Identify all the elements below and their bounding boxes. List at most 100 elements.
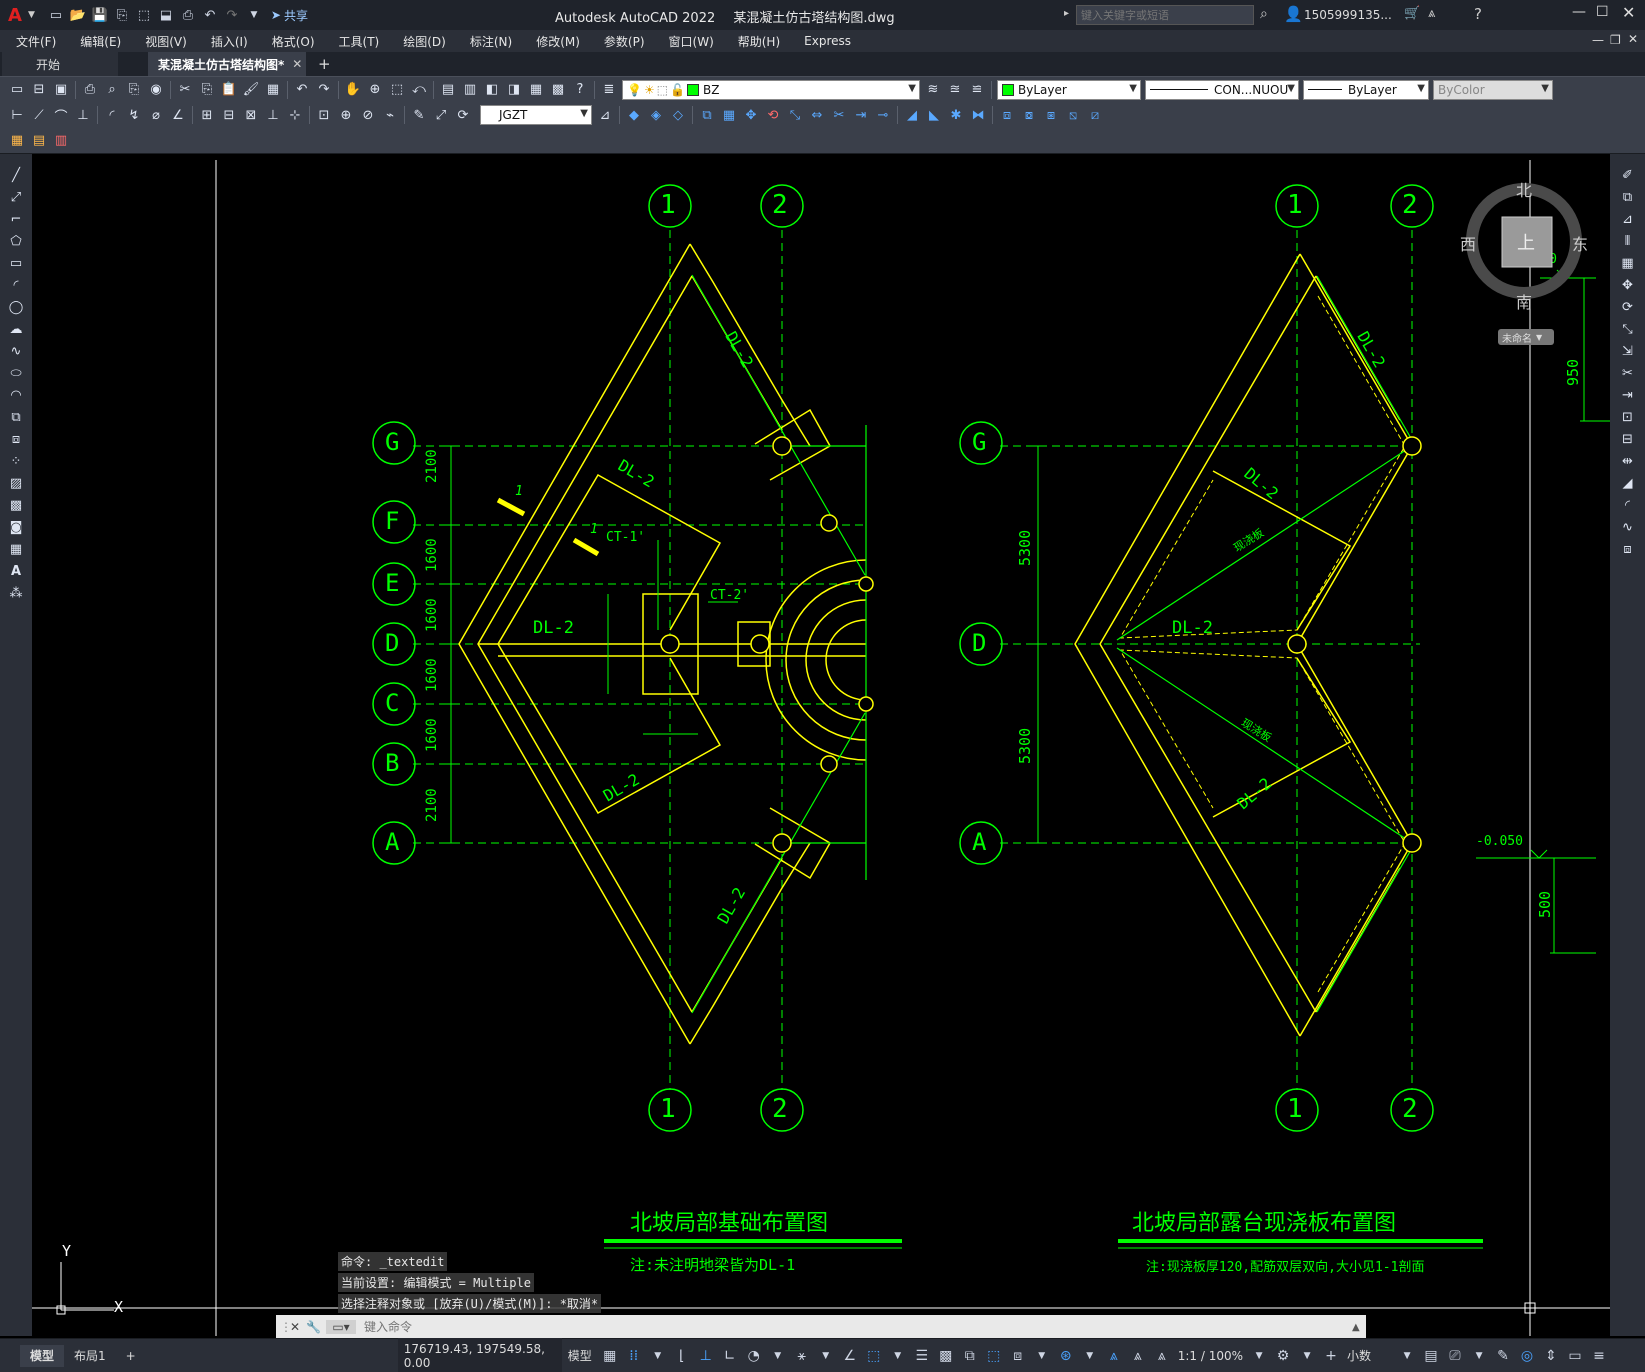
layer-properties-icon[interactable]: ≣	[599, 80, 619, 100]
modify-extend-icon[interactable]: ⇥	[851, 105, 871, 125]
help-icon[interactable]: ?	[1474, 5, 1482, 23]
modify-chamfer-icon[interactable]: ◢	[902, 105, 922, 125]
menu-parametric[interactable]: 参数(P)	[592, 33, 657, 50]
user-icon[interactable]: 👤	[1284, 5, 1303, 23]
viewcube-north[interactable]: 北	[1516, 177, 1532, 201]
rectangle-icon[interactable]: ▭	[6, 253, 26, 273]
plotstyle-dropdown[interactable]: ByColor ▼	[1433, 79, 1553, 100]
markup-icon[interactable]: ▦	[526, 80, 546, 100]
units-value[interactable]: 小数	[1347, 1347, 1391, 1364]
dim-arc-icon[interactable]: ⌒	[51, 105, 71, 125]
revcloud-icon[interactable]: ☁	[6, 319, 26, 339]
modify-stretch-icon[interactable]: ⇔	[807, 105, 827, 125]
cmd-history-arrow-icon[interactable]: ▲	[1352, 1322, 1366, 1333]
doc-minimize-icon[interactable]: —	[1592, 33, 1604, 47]
xline-icon[interactable]: ⤢	[6, 187, 26, 207]
preview-icon[interactable]: ⌕	[102, 80, 122, 100]
tab-start[interactable]: 开始	[2, 52, 118, 76]
annotation-visibility-icon[interactable]: ⩓	[1103, 1345, 1125, 1367]
break-icon[interactable]: ⊟	[1618, 429, 1638, 449]
arc-icon[interactable]: ◜	[6, 275, 26, 295]
model-space-button[interactable]: 模型	[568, 1347, 592, 1364]
open-icon[interactable]: ⊟	[29, 80, 49, 100]
move-icon[interactable]: ✥	[1618, 275, 1638, 295]
search-icon[interactable]: ⌕	[1260, 6, 1268, 22]
jogged-linear-icon[interactable]: ⌁	[380, 105, 400, 125]
matchprop-icon[interactable]: 🖌	[241, 80, 261, 100]
modify-array-icon[interactable]: ▦	[719, 105, 739, 125]
chevron-down-icon[interactable]: ▼	[1468, 1345, 1490, 1367]
osnap-tracking-icon[interactable]: ∠	[839, 1345, 861, 1367]
polar-icon[interactable]: ◔	[743, 1345, 765, 1367]
qdim-icon[interactable]: ⊞	[197, 105, 217, 125]
modify-copy-icon[interactable]: ◈	[646, 105, 666, 125]
web-open-icon[interactable]: ⬚	[135, 6, 153, 24]
plot-icon[interactable]: ⎙	[179, 6, 197, 24]
snap-icon[interactable]: ⁞⁞	[623, 1345, 645, 1367]
add-layout-button[interactable]: +	[116, 1345, 146, 1367]
undo-icon[interactable]: ↶	[292, 80, 312, 100]
cmd-close-icon[interactable]: ✕	[290, 1320, 306, 1334]
menu-icon[interactable]: ≡	[1588, 1345, 1610, 1367]
draworder-front-icon[interactable]: ⧇	[1019, 105, 1039, 125]
dim-angular-icon[interactable]: ∠	[168, 105, 188, 125]
chevron-down-icon[interactable]: ▼	[1248, 1345, 1270, 1367]
modify-explode-icon[interactable]: ✱	[946, 105, 966, 125]
stretch-icon[interactable]: ⇲	[1618, 341, 1638, 361]
lineweight-dropdown[interactable]: ByLayer ▼	[1303, 79, 1429, 100]
properties-icon[interactable]: ▤	[438, 80, 458, 100]
toolpalettes-icon[interactable]: ◧	[482, 80, 502, 100]
draworder-icon[interactable]: ⧈	[997, 105, 1017, 125]
layer-dropdown[interactable]: 💡 ☀ ⬚ 🔓 BZ ▼	[622, 79, 920, 100]
modify-offset-icon[interactable]: ⧉	[697, 105, 717, 125]
app-logo-icon[interactable]: A	[8, 5, 28, 26]
annotation-monitor-icon[interactable]: +	[1320, 1345, 1342, 1367]
menu-insert[interactable]: 插入(I)	[199, 33, 260, 50]
break-at-point-icon[interactable]: ⊡	[1618, 407, 1638, 427]
menu-tools[interactable]: 工具(T)	[327, 33, 392, 50]
dynamic-ucs-icon[interactable]: ⧈	[1007, 1345, 1029, 1367]
chevron-down-icon[interactable]: ▼	[647, 1345, 669, 1367]
search-arrow-icon[interactable]: ▸	[1064, 8, 1069, 19]
modify-mirror-icon[interactable]: ◇	[668, 105, 688, 125]
command-input[interactable]	[356, 1317, 1352, 1337]
spline-icon[interactable]: ∿	[6, 341, 26, 361]
linetype-dropdown[interactable]: CON...NUOU ▼	[1145, 79, 1299, 100]
sheetset-icon[interactable]: ◨	[504, 80, 524, 100]
user-name[interactable]: 1505999135...	[1304, 8, 1392, 22]
dim-update-icon[interactable]: ⟳	[453, 105, 473, 125]
dim-jogged-icon[interactable]: ↯	[124, 105, 144, 125]
close-icon[interactable]: ✕	[1622, 3, 1635, 22]
infer-constraints-icon[interactable]: ⌊	[671, 1345, 693, 1367]
share-button[interactable]: ➤ 共享	[271, 7, 308, 24]
chevron-down-icon[interactable]: ▼	[1031, 1345, 1053, 1367]
make-current-layer-icon[interactable]: ≋	[923, 80, 943, 100]
dimstyle-manager-icon[interactable]: ⊿	[595, 105, 615, 125]
add-selected-icon[interactable]: ⁂	[6, 583, 26, 603]
draworder-under-icon[interactable]: ⧄	[1085, 105, 1105, 125]
viewcube-east[interactable]: 东	[1572, 231, 1588, 255]
saveas-icon[interactable]: ⎘	[113, 6, 131, 24]
clean-screen-icon[interactable]: ⇕	[1540, 1345, 1562, 1367]
insert-block-icon[interactable]: ⧉	[6, 407, 26, 427]
dynamic-input-icon[interactable]: ⊥	[695, 1345, 717, 1367]
isolate-objects-icon[interactable]: ✎	[1492, 1345, 1514, 1367]
doc-close-icon[interactable]: ✕	[1628, 32, 1638, 46]
tolerance-icon[interactable]: ⊡	[314, 105, 334, 125]
dim-baseline-icon[interactable]: ⊟	[219, 105, 239, 125]
make-block-icon[interactable]: ⧈	[6, 429, 26, 449]
plot-icon[interactable]: ⎙	[80, 80, 100, 100]
chamfer-icon[interactable]: ◢	[1618, 473, 1638, 493]
inspect-icon[interactable]: ⊘	[358, 105, 378, 125]
cut-icon[interactable]: ✂	[175, 80, 195, 100]
chevron-down-icon[interactable]: ▼	[1396, 1345, 1418, 1367]
join-icon[interactable]: ⇹	[1618, 451, 1638, 471]
block-write-icon[interactable]: ▤	[29, 131, 49, 151]
help-icon[interactable]: ?	[570, 80, 590, 100]
array-icon[interactable]: ▦	[1618, 253, 1638, 273]
annotation-scale-icon[interactable]: ⩓	[1151, 1345, 1173, 1367]
3d-print-icon[interactable]: ◉	[146, 80, 166, 100]
quick-properties-icon[interactable]: ▤	[1420, 1345, 1442, 1367]
drawing-canvas[interactable]: 1 2 1 2 G F E D C B A 2100 1600 1600 160…	[32, 154, 1610, 1336]
mirror-icon[interactable]: ⊿	[1618, 209, 1638, 229]
